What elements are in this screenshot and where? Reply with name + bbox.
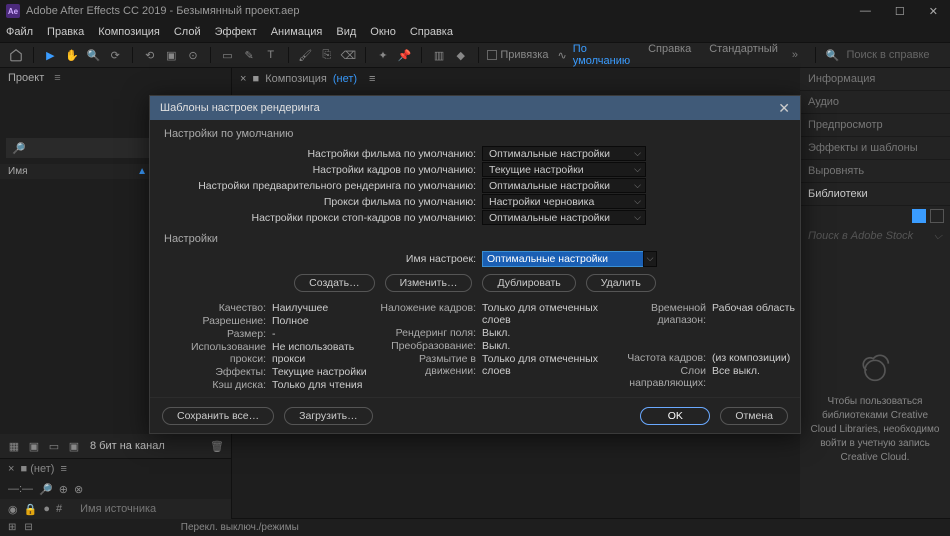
edit-button[interactable]: Изменить… [385,274,473,292]
proxy-value: Не использовать прокси [270,341,380,365]
disk-label: Кэш диска: [160,379,270,391]
eraser-tool-icon[interactable]: ⌫ [341,46,357,64]
fps-value: (из композиции) [710,352,800,364]
save-all-button[interactable]: Сохранить все… [162,407,274,425]
orbit-tool-icon[interactable]: ⟳ [107,46,123,64]
menubar: Файл Правка Композиция Слой Эффект Анима… [0,22,950,42]
size-value: - [270,328,380,340]
effects-value: Текущие настройки [270,366,380,378]
pen-tool-icon[interactable]: ✎ [241,46,257,64]
fps-label: Частота кадров: [610,352,710,364]
render-settings-templates-dialog: Шаблоны настроек рендеринга ✕ Настройки … [149,95,801,434]
load-button[interactable]: Загрузить… [284,407,372,425]
home-icon[interactable] [8,46,24,64]
rotate-tool-icon[interactable]: ⟲ [142,46,158,64]
create-button[interactable]: Создать… [294,274,374,292]
movieproxy-default-label: Прокси фильма по умолчанию: [160,196,482,208]
settings-name-combobox[interactable]: Оптимальные настройки [482,251,646,267]
titlebar: Ae Adobe After Effects CC 2019 - Безымян… [0,0,950,22]
motion-label: Размытие в движении: [380,353,480,377]
quality-label: Качество: [160,302,270,314]
effects-label: Эффекты: [160,366,270,378]
workspace-overflow-icon[interactable]: » [792,49,798,61]
pan-behind-tool-icon[interactable]: ⊙ [185,46,201,64]
search-icon[interactable]: 🔍 [825,46,841,64]
movieproxy-default-dropdown[interactable]: Настройки черновика [482,194,646,209]
snap-label: Привязка [500,49,548,61]
menu-view[interactable]: Вид [336,26,356,38]
toolbar: ▶ ✋ 🔍 ⟳ ⟲ ▣ ⊙ ▭ ✎ T 🖌 ⎘ ⌫ ✦ 📌 ▥ ◆ Привяз… [0,42,950,68]
pulldown-value: Выкл. [480,340,610,352]
hand-tool-icon[interactable]: ✋ [64,46,80,64]
duplicate-button[interactable]: Дублировать [482,274,575,292]
proxy-label: Использование прокси: [160,341,270,365]
settings-section-label: Настройки [160,231,790,251]
prerender-default-dropdown[interactable]: Оптимальные настройки [482,178,646,193]
frame-default-label: Настройки кадров по умолчанию: [160,164,482,176]
mask-tool-icon[interactable]: ▥ [431,46,447,64]
disk-value: Только для чтения [270,379,380,391]
ok-button[interactable]: OK [640,407,710,425]
cancel-button[interactable]: Отмена [720,407,788,425]
defaults-section-label: Настройки по умолчанию [160,126,790,146]
window-maximize[interactable]: ☐ [889,5,911,18]
field-value: Выкл. [480,327,610,339]
span-value: Рабочая область [710,302,800,326]
camera-tool-icon[interactable]: ▣ [164,46,180,64]
blend-value: Только для отмеченных слоев [480,302,610,326]
clone-tool-icon[interactable]: ⎘ [319,46,335,64]
workspace-standard[interactable]: Стандартный [709,43,778,67]
puppet-tool-icon[interactable]: 📌 [397,46,413,64]
menu-animation[interactable]: Анимация [271,26,323,38]
workspace-help[interactable]: Справка [648,43,691,67]
size-label: Размер: [160,328,270,340]
text-tool-icon[interactable]: T [263,46,279,64]
menu-effect[interactable]: Эффект [215,26,257,38]
selection-tool-icon[interactable]: ▶ [43,46,59,64]
pulldown-label: Преобразование: [380,340,480,352]
menu-file[interactable]: Файл [6,26,33,38]
zoom-tool-icon[interactable]: 🔍 [86,46,102,64]
menu-composition[interactable]: Композиция [98,26,160,38]
resolution-value: Полное [270,315,380,327]
brush-tool-icon[interactable]: 🖌 [297,46,313,64]
dialog-title: Шаблоны настроек рендеринга [160,102,320,114]
guides-label: Слои направляющих: [610,365,710,389]
menu-help[interactable]: Справка [410,26,453,38]
menu-window[interactable]: Окно [370,26,396,38]
stillproxy-default-dropdown[interactable]: Оптимальные настройки [482,210,646,225]
motion-value: Только для отмеченных слоев [480,353,610,377]
menu-layer[interactable]: Слой [174,26,201,38]
blend-label: Наложение кадров: [380,302,480,326]
resolution-label: Разрешение: [160,315,270,327]
close-icon[interactable]: ✕ [778,100,790,117]
stillproxy-default-label: Настройки прокси стоп-кадров по умолчани… [160,212,482,224]
rect-tool-icon[interactable]: ▭ [220,46,236,64]
menu-edit[interactable]: Правка [47,26,84,38]
prerender-default-label: Настройки предварительного рендеринга по… [160,180,482,192]
window-minimize[interactable]: — [854,5,877,18]
field-label: Рендеринг поля: [380,327,480,339]
snap-checkbox[interactable]: Привязка ∿ [487,49,566,62]
roto-tool-icon[interactable]: ✦ [375,46,391,64]
shape-tool-icon[interactable]: ◆ [453,46,469,64]
movie-default-label: Настройки фильма по умолчанию: [160,148,482,160]
delete-button[interactable]: Удалить [586,274,656,292]
frame-default-dropdown[interactable]: Текущие настройки [482,162,646,177]
help-search-input[interactable]: Поиск в справке [847,49,943,61]
movie-default-dropdown[interactable]: Оптимальные настройки [482,146,646,161]
settings-details: Качество:Наилучшее Разрешение:Полное Раз… [160,302,790,391]
guides-value: Все выкл. [710,365,800,389]
window-title: Adobe After Effects CC 2019 - Безымянный… [26,5,300,17]
quality-value: Наилучшее [270,302,380,314]
app-logo: Ae [6,4,20,18]
span-label: Временной диапазон: [610,302,710,326]
window-close[interactable]: ✕ [923,5,944,18]
workspace-default[interactable]: По умолчанию [573,43,630,67]
settings-name-label: Имя настроек: [160,253,482,265]
